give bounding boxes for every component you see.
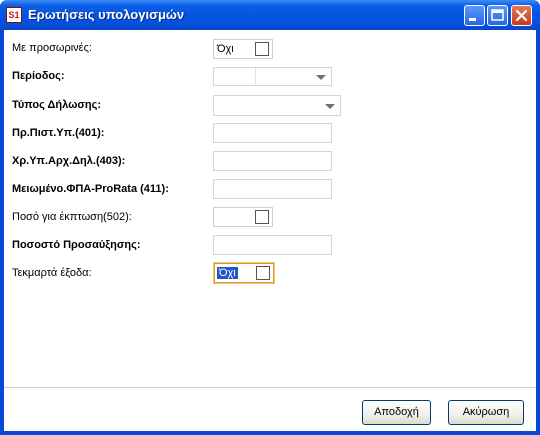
window-title: Ερωτήσεις υπολογισμών xyxy=(28,7,185,22)
maximize-button[interactable] xyxy=(487,5,508,26)
dialog-body: Με προσωρινές: Όχι Περίοδος: Τύπος Δήλωσ… xyxy=(4,30,536,431)
deduct-502-toggle[interactable] xyxy=(213,207,273,227)
minimize-button[interactable] xyxy=(464,5,485,26)
debit-403-input[interactable] xyxy=(213,151,332,171)
close-icon xyxy=(515,9,528,22)
temporary-value: Όχι xyxy=(217,43,234,55)
presumptive-label: Τεκμαρτά έξοδα: xyxy=(12,267,92,279)
prorata-411-label: Μειωμένο.ΦΠΑ-ProRata (411): xyxy=(12,183,169,195)
deduct-502-label: Ποσό για έκπτωση(502): xyxy=(12,211,132,223)
chevron-down-icon[interactable] xyxy=(316,75,326,80)
declaration-type-label: Τύπος Δήλωσης: xyxy=(12,99,102,111)
presumptive-value: Όχι xyxy=(217,267,238,279)
temporary-toggle[interactable]: Όχι xyxy=(213,39,273,59)
period-label: Περίοδος: xyxy=(12,70,65,82)
ok-button[interactable]: Αποδοχή xyxy=(362,400,431,425)
surcharge-input[interactable] xyxy=(213,235,332,255)
presumptive-toggle[interactable]: Όχι xyxy=(213,262,275,284)
minimize-icon xyxy=(469,18,476,21)
close-button[interactable] xyxy=(511,5,532,26)
credit-401-input[interactable] xyxy=(213,123,332,143)
chevron-down-icon[interactable] xyxy=(325,104,335,109)
temporary-label: Με προσωρινές: xyxy=(12,42,92,54)
maximize-icon xyxy=(491,9,504,21)
checkbox-icon xyxy=(255,42,269,56)
debit-403-label: Χρ.Υπ.Αρχ.Δηλ.(403): xyxy=(12,155,126,167)
surcharge-label: Ποσοστό Προσαύξησης: xyxy=(12,239,141,251)
prorata-411-input[interactable] xyxy=(213,179,332,199)
period-select[interactable] xyxy=(213,67,332,86)
footer-divider xyxy=(4,387,536,388)
s1-app-icon: S1 xyxy=(6,7,22,23)
period-separator xyxy=(255,68,256,86)
title-bar[interactable]: S1 Ερωτήσεις υπολογισμών xyxy=(0,0,540,30)
cancel-button[interactable]: Ακύρωση xyxy=(448,400,524,425)
checkbox-icon xyxy=(256,266,270,280)
dialog-window: S1 Ερωτήσεις υπολογισμών Με προσωρινές: … xyxy=(0,0,540,435)
checkbox-icon xyxy=(255,210,269,224)
declaration-type-select[interactable] xyxy=(213,95,341,116)
credit-401-label: Πρ.Πιστ.Υπ.(401): xyxy=(12,127,105,139)
